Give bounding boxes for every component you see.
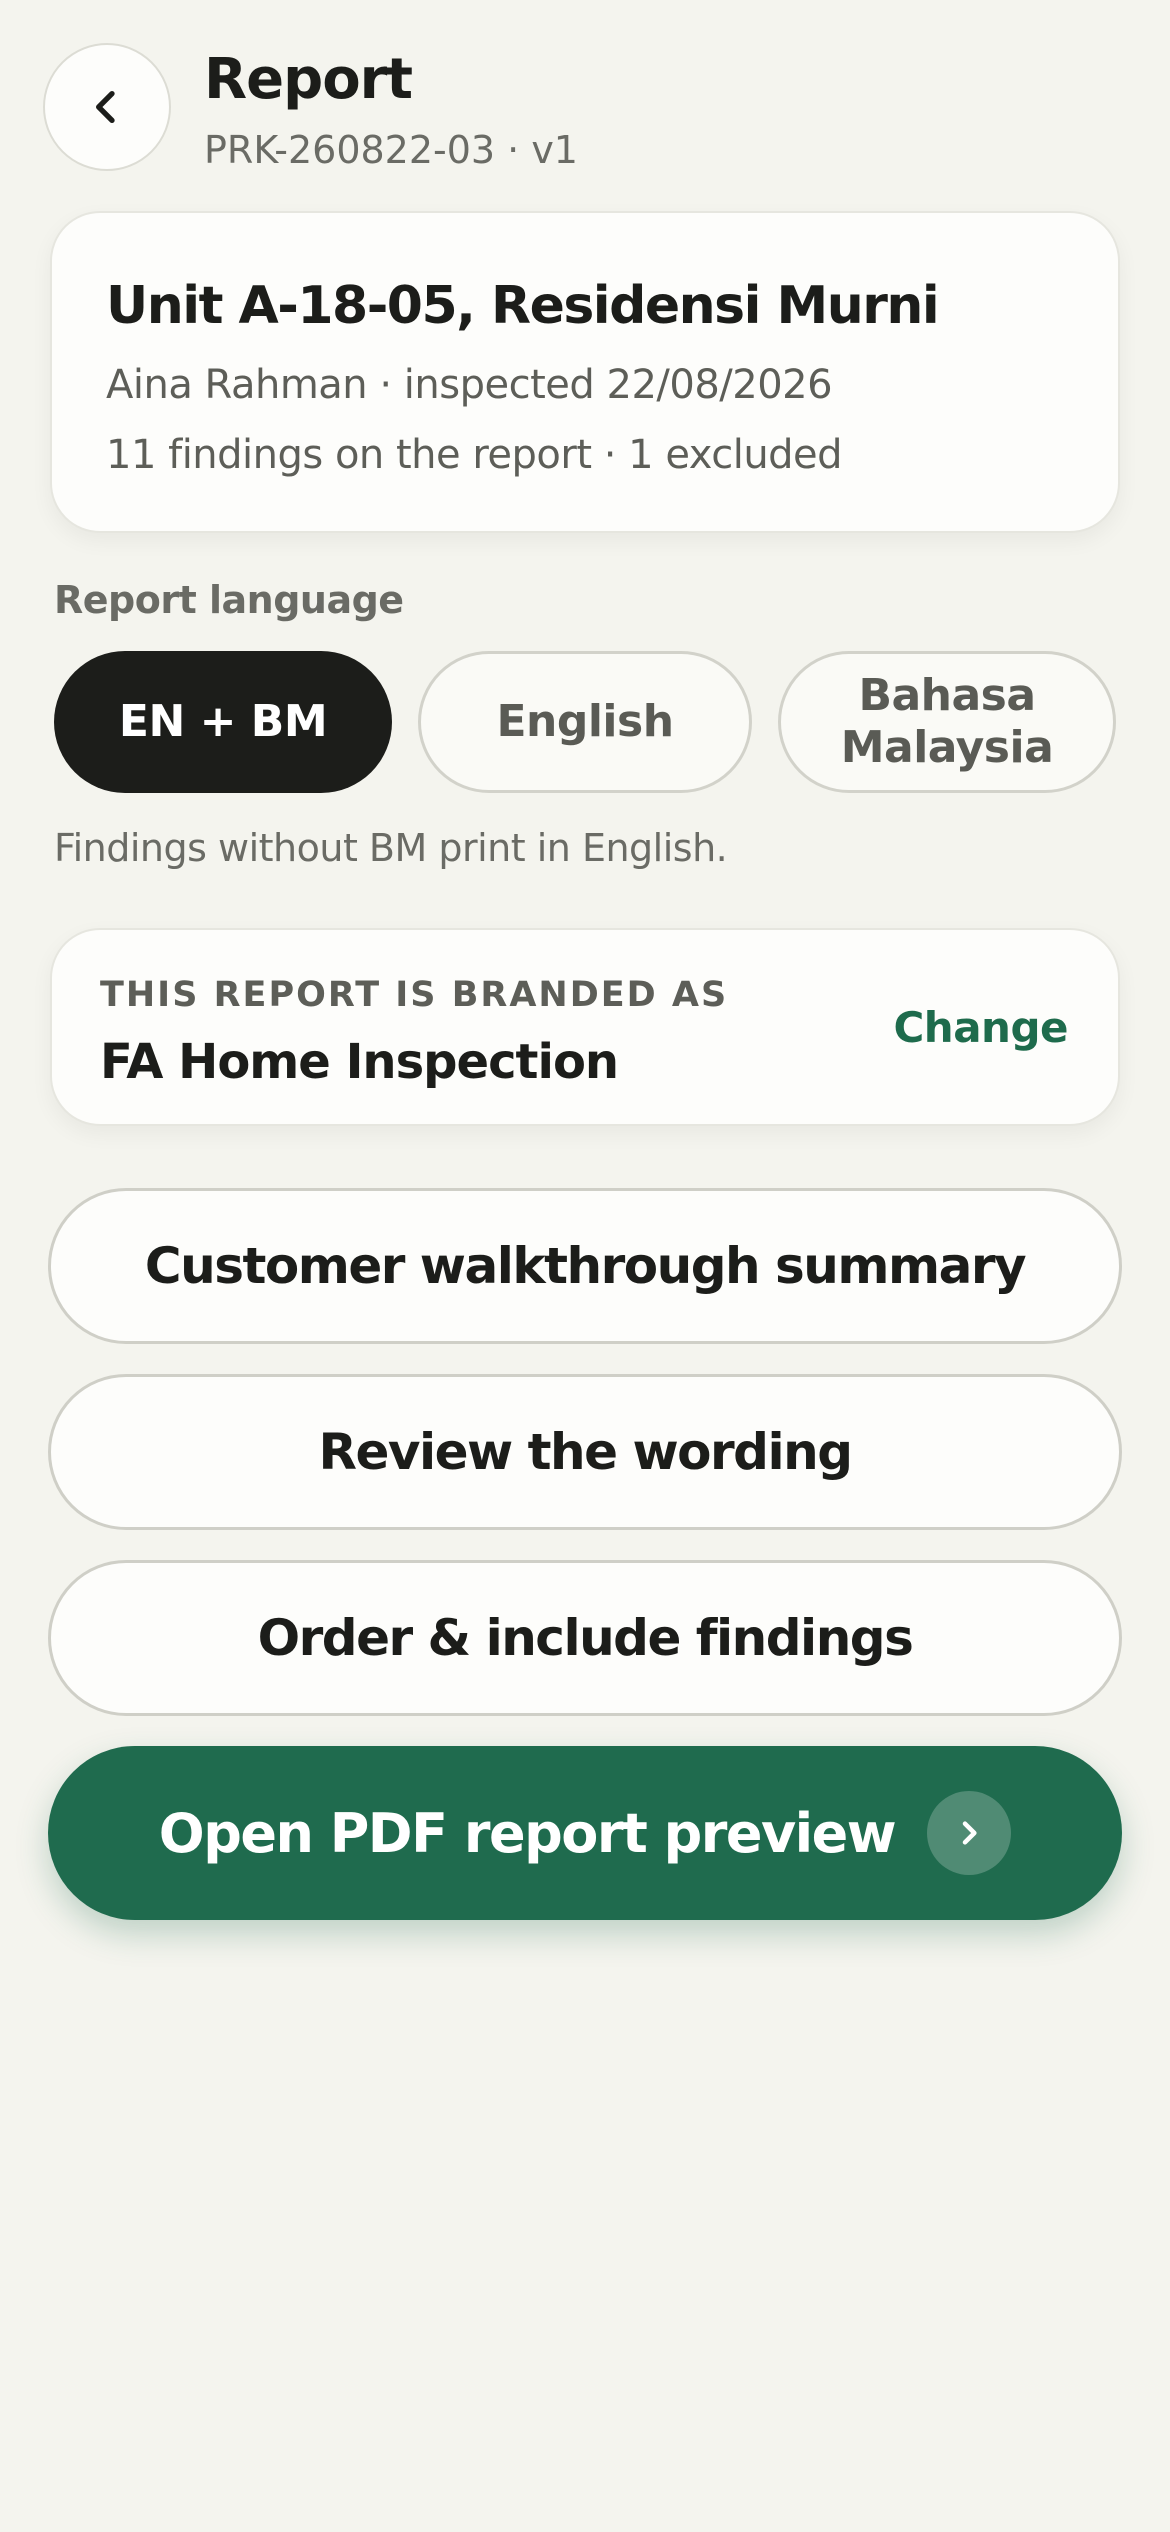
language-option-en-bm[interactable]: EN + BM (54, 651, 392, 793)
customer-walkthrough-button[interactable]: Customer walkthrough summary (48, 1188, 1122, 1344)
report-id: PRK-260822-03 · v1 (204, 128, 578, 172)
button-label: Order & include findings (257, 1609, 914, 1667)
order-findings-button[interactable]: Order & include findings (48, 1560, 1122, 1716)
language-option-label: EN + BM (118, 696, 328, 747)
button-label: Review the wording (318, 1423, 854, 1481)
brand-name: FA Home Inspection (100, 1034, 619, 1090)
chevron-right-icon (927, 1791, 1012, 1875)
inspector-date: Aina Rahman · inspected 22/08/2026 (106, 362, 833, 408)
chevron-left-icon (96, 91, 115, 124)
language-option-label: Bahasa Malaysia (840, 670, 1054, 773)
button-label: Open PDF report preview (158, 1801, 897, 1865)
back-button[interactable] (43, 43, 171, 171)
findings-count: 11 findings on the report · 1 excluded (106, 432, 843, 478)
language-note: Findings without BM print in English. (54, 826, 728, 870)
button-label: Customer walkthrough summary (144, 1237, 1027, 1295)
unit-summary-card: Unit A-18-05, Residensi Murni Aina Rahma… (50, 211, 1120, 533)
branding-card: THIS REPORT IS BRANDED AS FA Home Inspec… (50, 928, 1120, 1126)
change-branding-button[interactable]: Change (893, 998, 1068, 1058)
unit-title: Unit A-18-05, Residensi Murni (106, 276, 940, 336)
language-option-bahasa-malaysia[interactable]: Bahasa Malaysia (778, 651, 1116, 793)
open-pdf-preview-button[interactable]: Open PDF report preview (48, 1746, 1122, 1920)
branding-label: THIS REPORT IS BRANDED AS (100, 975, 729, 1015)
language-option-english[interactable]: English (418, 651, 752, 793)
report-language-label: Report language (54, 578, 404, 622)
language-option-label: English (496, 696, 674, 747)
page-title: Report (204, 47, 413, 112)
header: Report PRK-260822-03 · v1 (0, 0, 1170, 190)
review-wording-button[interactable]: Review the wording (48, 1374, 1122, 1530)
